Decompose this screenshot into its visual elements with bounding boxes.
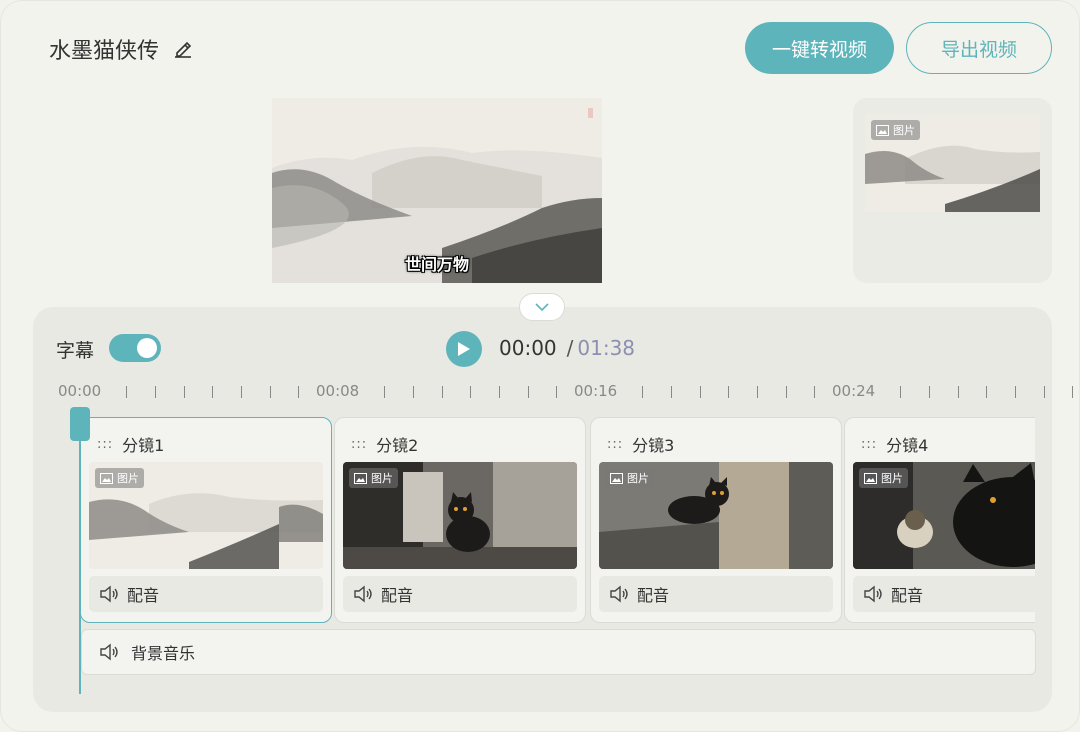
timeline-tick [1072, 386, 1074, 398]
storyboard-shot[interactable]: ::: 分镜3 图片 配音 [590, 417, 842, 623]
timeline-tick [728, 386, 730, 398]
timeline-tick [900, 386, 902, 398]
project-title-bar: 水墨猫侠传 [49, 33, 195, 65]
time-separator: / [566, 336, 574, 360]
chevron-down-icon [535, 303, 549, 312]
storyboard-shot[interactable]: ::: 分镜2 图片 配音 [334, 417, 586, 623]
drag-handle-icon[interactable]: ::: [97, 437, 113, 452]
subtitle-label: 字幕 [56, 340, 95, 362]
dubbing-button[interactable]: 配音 [599, 576, 833, 612]
subtitle-toggle[interactable] [109, 334, 161, 362]
export-video-button[interactable]: 导出视频 [906, 22, 1052, 74]
shot-label: 分镜3 [632, 436, 675, 455]
timeline-tick [642, 386, 644, 398]
timeline-tick-label: 00:16 [573, 382, 619, 400]
dub-label: 配音 [381, 586, 414, 605]
dub-label: 配音 [127, 586, 160, 605]
drag-handle-icon[interactable]: ::: [861, 437, 877, 452]
playhead-line [79, 417, 81, 694]
timeline-tick [785, 386, 787, 398]
timeline-tick-label: 00:00 [57, 382, 103, 400]
total-duration: 01:38 [577, 336, 636, 360]
image-icon [100, 472, 113, 484]
collapse-panel-button[interactable] [519, 293, 565, 321]
timeline-tick [814, 386, 816, 398]
timeline-tick [470, 386, 472, 398]
play-icon [458, 342, 470, 356]
drag-handle-icon[interactable]: ::: [607, 437, 623, 452]
convert-to-video-button[interactable]: 一键转视频 [745, 22, 894, 74]
dubbing-button[interactable]: 配音 [89, 576, 323, 612]
editor-panel: 字幕 00:00/01:38 00:00 00:08 00:16 00:24 ::: 分… [33, 307, 1074, 712]
timeline-tick [1015, 386, 1016, 398]
timeline-tick [269, 386, 271, 398]
shot-thumbnail: 图片 [599, 462, 833, 569]
toggle-knob [137, 338, 157, 358]
timeline-tick [126, 386, 128, 398]
background-music-track[interactable]: 背景音乐 [81, 629, 1036, 675]
video-preview: 世间万物 [272, 98, 602, 283]
shot-label: 分镜1 [122, 436, 165, 455]
timeline-tick [671, 386, 672, 398]
speaker-icon [864, 585, 882, 603]
project-title: 水墨猫侠传 [49, 39, 160, 64]
bgm-label: 背景音乐 [131, 644, 196, 663]
shot-thumbnail: 图片 [343, 462, 577, 569]
timeline-tick [298, 386, 300, 398]
timeline-tick-label: 00:24 [831, 382, 877, 400]
image-badge: 图片 [871, 120, 920, 140]
storyboard-shot[interactable]: ::: 分镜4 图片 配音 [844, 417, 1035, 623]
playhead-handle[interactable] [70, 407, 90, 441]
timeline-tick-label: 00:08 [315, 382, 361, 400]
timeline-tick [986, 386, 988, 398]
dubbing-button[interactable]: 配音 [853, 576, 1035, 612]
timeline-tick [699, 386, 701, 398]
timeline-tick [212, 386, 214, 398]
speaker-icon [100, 643, 118, 661]
timeline-tick [1043, 386, 1045, 398]
dub-label: 配音 [891, 586, 924, 605]
timeline-tick [499, 386, 500, 398]
timeline-tick [757, 386, 758, 398]
timeline-tick [556, 386, 558, 398]
image-icon [610, 472, 623, 484]
image-icon [354, 472, 367, 484]
timeline-tick [441, 386, 443, 398]
timeline-tick [384, 386, 386, 398]
image-badge: 图片 [95, 468, 144, 488]
side-thumbnail-card[interactable]: 图片 [853, 98, 1052, 283]
timeline-tick [241, 386, 242, 398]
timeline-tick [155, 386, 156, 398]
shot-thumbnail: 图片 [853, 462, 1035, 569]
current-time: 00:00 [499, 336, 557, 360]
play-button[interactable] [446, 331, 482, 367]
shot-label: 分镜4 [886, 436, 929, 455]
timeline-tick [957, 386, 959, 398]
timeline-tick [929, 386, 930, 398]
storyboard-track: ::: 分镜1 图片 配音 ::: 分镜2 图片 配音::: 分镜3 图片 配… [80, 417, 1035, 625]
drag-handle-icon[interactable]: ::: [351, 437, 367, 452]
shot-label: 分镜2 [376, 436, 419, 455]
side-thumbnail[interactable]: 图片 [865, 114, 1040, 212]
timeline-tick [183, 386, 185, 398]
image-icon [876, 124, 889, 136]
timeline-ruler[interactable]: 00:00 00:08 00:16 00:24 [57, 381, 1074, 401]
preview-subtitle: 世间万物 [404, 255, 469, 274]
edit-icon[interactable] [171, 37, 195, 61]
image-badge: 图片 [605, 468, 654, 488]
dub-label: 配音 [637, 586, 670, 605]
timeline-tick [413, 386, 414, 398]
app-window: 水墨猫侠传 一键转视频 导出视频 世间万物 图片 字幕 00:00 / 01:3… [0, 0, 1080, 732]
speaker-icon [100, 585, 118, 603]
image-badge: 图片 [859, 468, 908, 488]
time-display: 00:00 /01:38 [499, 336, 635, 360]
image-icon [864, 472, 877, 484]
dubbing-button[interactable]: 配音 [343, 576, 577, 612]
image-badge: 图片 [349, 468, 398, 488]
timeline-tick [527, 386, 529, 398]
speaker-icon [354, 585, 372, 603]
storyboard-shot[interactable]: ::: 分镜1 图片 配音 [80, 417, 332, 623]
shot-thumbnail: 图片 [89, 462, 323, 569]
speaker-icon [610, 585, 628, 603]
